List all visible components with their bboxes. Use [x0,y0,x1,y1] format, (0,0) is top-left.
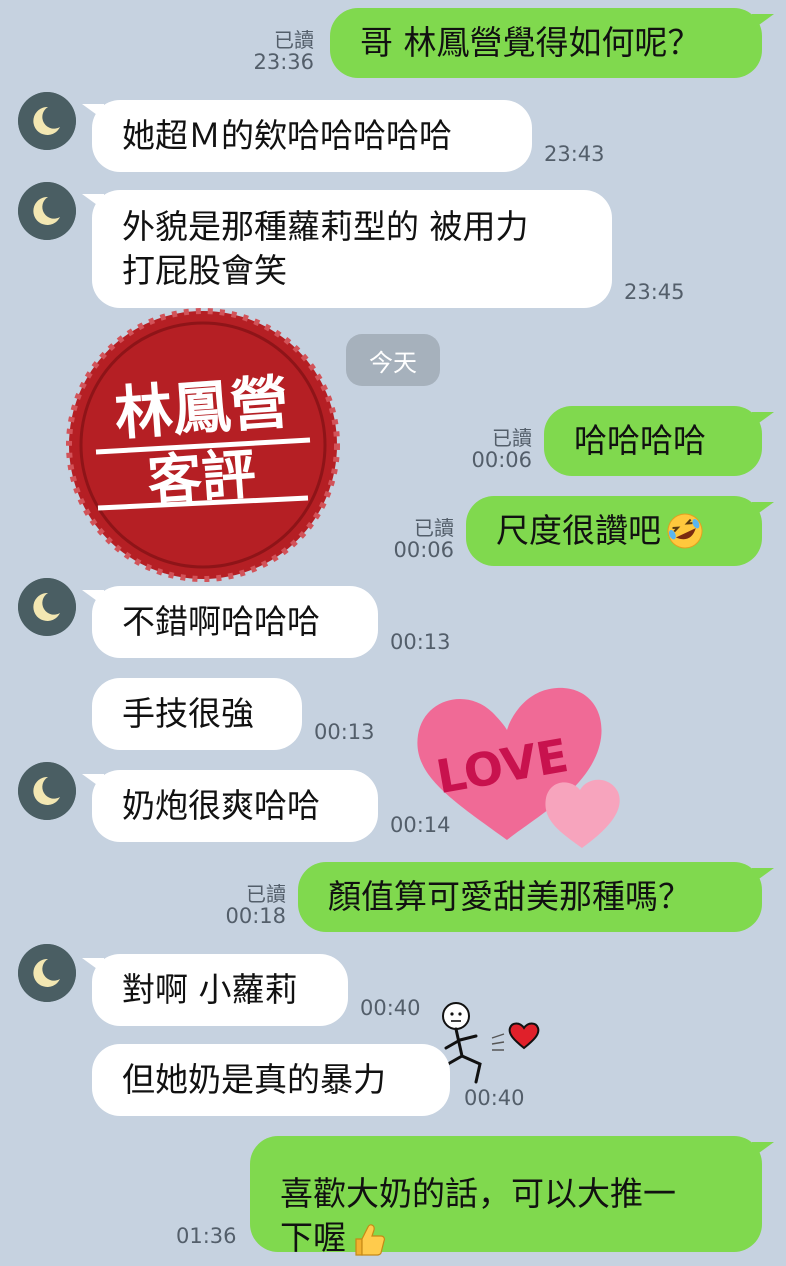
incoming-message-bubble[interactable]: 外貌是那種蘿莉型的 被用力 打屁股會笑 [92,190,612,308]
message-timestamp: 00:18 [225,904,286,928]
message-timestamp: 00:06 [471,448,532,472]
outgoing-message-bubble[interactable]: 顏值算可愛甜美那種嗎？ [298,862,762,932]
date-divider: 今天 [346,334,440,386]
stamp-line2: 客評 [146,442,258,512]
incoming-message-bubble[interactable]: 對啊 小蘿莉 [92,954,348,1026]
incoming-message-bubble[interactable]: 手技很強 [92,678,302,750]
message-timestamp: 23:43 [544,142,605,166]
love-heart-sticker: LOVE [417,687,620,848]
message-timestamp: 00:13 [390,630,451,654]
moon-icon [18,762,76,820]
message-timestamp: 00:06 [393,538,454,562]
moon-icon [18,944,76,1002]
moon-icon [18,182,76,240]
message-text: 哈哈哈哈 [574,421,706,460]
incoming-message-bubble[interactable]: 但她奶是真的暴力 [92,1044,450,1116]
message-text: 但她奶是真的暴力 [122,1060,386,1099]
bubble-tail [752,502,774,518]
read-receipt: 已讀 [246,882,286,906]
message-timestamp: 23:45 [624,280,685,304]
message-timestamp: 00:13 [314,720,375,744]
bubble-tail [752,1142,774,1158]
moon-icon [18,92,76,150]
bubble-tail [752,412,774,428]
outgoing-message-bubble[interactable]: 哈哈哈哈 [544,406,762,476]
message-text: 對啊 小蘿莉 [122,970,298,1009]
message-text: 顏值算可愛甜美那種嗎？ [328,877,691,916]
message-text: 尺度很讚吧 [496,511,661,550]
message-timestamp: 01:36 [176,1224,237,1248]
message-text: 外貌是那種蘿莉型的 被用力 打屁股會笑 [122,207,529,290]
incoming-message-bubble[interactable]: 奶炮很爽哈哈 [92,770,378,842]
incoming-message-bubble[interactable]: 不錯啊哈哈哈 [92,586,378,658]
contact-avatar[interactable] [18,578,76,636]
bubble-tail [752,868,774,884]
message-text-content: 喜歡大奶的話，可以大推一 下喔 [280,1174,676,1257]
contact-avatar[interactable] [18,762,76,820]
message-text: 奶炮很爽哈哈 [122,786,320,825]
read-receipt: 已讀 [274,28,314,52]
message-timestamp: 00:40 [360,996,421,1020]
stamp-line1: 林鳳營 [112,368,290,448]
contact-avatar[interactable] [18,182,76,240]
rofl-emoji [667,513,703,549]
message-text: 她超Ｍ的欸哈哈哈哈哈 [122,116,452,155]
incoming-message-bubble[interactable]: 她超Ｍ的欸哈哈哈哈哈 [92,100,532,172]
outgoing-message-bubble[interactable]: 哥 林鳳營覺得如何呢？ [330,8,762,78]
message-text: 喜歡大奶的話，可以大推一 下喔 [280,1128,676,1260]
bubble-tail [752,14,774,30]
moon-icon [18,578,76,636]
contact-avatar[interactable] [18,92,76,150]
read-receipt: 已讀 [492,426,532,450]
outgoing-message-bubble[interactable]: 尺度很讚吧 [466,496,762,566]
contact-avatar[interactable] [18,944,76,1002]
message-timestamp: 00:40 [464,1086,525,1110]
message-text: 不錯啊哈哈哈 [122,602,320,641]
message-text: 哥 林鳳營覺得如何呢？ [360,23,701,62]
thumbs-up-emoji [355,1223,385,1256]
review-stamp: 林鳳營 客評 [66,308,340,582]
message-timestamp: 23:36 [253,50,314,74]
read-receipt: 已讀 [414,516,454,540]
outgoing-message-bubble[interactable]: 喜歡大奶的話，可以大推一 下喔 [250,1136,762,1257]
stick-figure-sticker [440,1002,540,1084]
message-text: 手技很強 [122,694,254,733]
